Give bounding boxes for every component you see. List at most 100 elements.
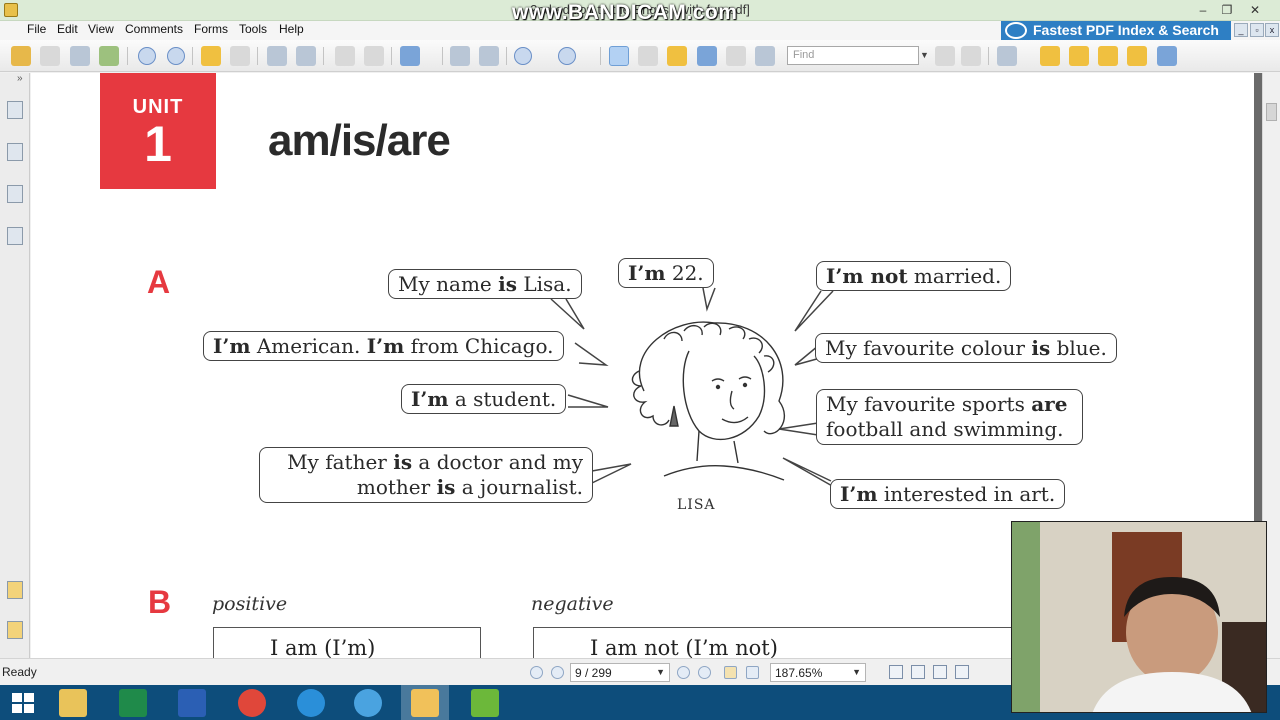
hand-tool-icon[interactable] [609, 46, 629, 66]
status-text: Ready [2, 665, 37, 679]
zoom-tool-icon[interactable] [400, 46, 420, 66]
zoom-in-icon[interactable] [558, 47, 576, 65]
single-page-icon[interactable] [889, 665, 903, 679]
redo-icon[interactable] [364, 46, 384, 66]
next-page-icon[interactable] [167, 47, 185, 65]
file-explorer-icon[interactable] [59, 689, 87, 717]
bubble-sports: My favourite sports are football and swi… [816, 389, 1083, 445]
fit-width-icon[interactable] [450, 46, 470, 66]
note-tool-icon[interactable] [1127, 46, 1147, 66]
open-icon[interactable] [11, 46, 31, 66]
pages-icon[interactable] [7, 143, 23, 161]
positive-table: I am (I’m) [213, 627, 481, 658]
prev-page-icon[interactable] [551, 666, 564, 679]
positive-row: I am (I’m) [270, 636, 376, 658]
arrow-tool-icon[interactable] [1157, 46, 1177, 66]
attachment-clip-icon[interactable] [7, 621, 23, 639]
doc-restore-button[interactable]: ▫ [1250, 23, 1264, 37]
snapshot-icon[interactable] [697, 46, 717, 66]
internet-explorer-icon[interactable] [297, 689, 325, 717]
doc-close-button[interactable]: x [1265, 23, 1279, 37]
toolbar [0, 40, 1280, 72]
expand-panel-icon[interactable]: » [17, 73, 23, 84]
negative-table: I am not (I’m not) [533, 627, 1033, 658]
window-title-bar: 2nd edition to the English with fun.pdf]… [0, 0, 1280, 24]
next-page-status-icon[interactable] [677, 666, 690, 679]
bubble-father: My father is a doctor and my mother is a… [259, 447, 593, 503]
bubble-age: I’m 22. [618, 258, 714, 288]
excel-icon[interactable] [119, 689, 147, 717]
zoom-field[interactable]: 187.65% ▼ [770, 663, 866, 682]
pencil-tool-icon[interactable] [1069, 46, 1089, 66]
highlight-tool-icon[interactable] [1040, 46, 1060, 66]
fit-page-icon[interactable] [479, 46, 499, 66]
extract-pages-icon[interactable] [267, 46, 287, 66]
settings-app-icon[interactable] [354, 689, 382, 717]
facing-icon[interactable] [933, 665, 947, 679]
bubble-married: I’m not married. [816, 261, 1012, 291]
word-icon[interactable] [178, 689, 206, 717]
find-dropdown-icon[interactable]: ▼ [920, 50, 929, 60]
negative-label: negative [531, 593, 614, 615]
image-tool-icon[interactable] [755, 46, 775, 66]
select-tool-icon[interactable] [667, 46, 687, 66]
positive-label: positive [212, 593, 288, 615]
last-page-icon[interactable] [698, 666, 711, 679]
minimize-button[interactable]: – [1194, 2, 1212, 18]
webcam-overlay [1011, 521, 1267, 713]
menu-view[interactable]: View [88, 22, 114, 36]
bookmarks-icon[interactable] [7, 101, 23, 119]
forward-arrow-icon[interactable] [230, 46, 250, 66]
textbox-tool-icon[interactable] [1098, 46, 1118, 66]
utorrent-icon[interactable] [471, 689, 499, 717]
save-icon[interactable] [40, 46, 60, 66]
email-icon[interactable] [99, 46, 119, 66]
bubble-american: I’m American. I’m from Chicago. [203, 331, 564, 361]
attachments-icon[interactable] [7, 185, 23, 203]
text-tool-icon[interactable] [726, 46, 746, 66]
continuous-facing-icon[interactable] [955, 665, 969, 679]
layers-icon[interactable] [7, 227, 23, 245]
zoom-out-icon[interactable] [514, 47, 532, 65]
first-page-icon[interactable] [530, 666, 543, 679]
find-input[interactable]: Find [787, 46, 919, 65]
chrome-icon[interactable] [238, 689, 266, 717]
windows-start-icon[interactable] [12, 693, 34, 713]
section-b-label: B [148, 584, 172, 620]
insert-pages-icon[interactable] [296, 46, 316, 66]
menu-forms[interactable]: Forms [194, 22, 228, 36]
bubble-art: I’m interested in art. [830, 479, 1066, 509]
history-back-icon[interactable] [724, 666, 737, 679]
menu-edit[interactable]: Edit [57, 22, 78, 36]
print-icon[interactable] [70, 46, 90, 66]
scrollbar-thumb[interactable] [1266, 103, 1277, 121]
continuous-icon[interactable] [911, 665, 925, 679]
bubble-name: My name is Lisa. [388, 269, 582, 299]
comment-tool-icon[interactable] [997, 46, 1017, 66]
bubble-colour: My favourite colour is blue. [815, 333, 1117, 363]
pdf-editor-icon [411, 689, 439, 717]
navigation-panel: » [0, 73, 30, 658]
webcam-feed [1012, 522, 1266, 712]
select-text-icon[interactable] [638, 46, 658, 66]
ad-banner-text: Fastest PDF Index & Search [1033, 22, 1219, 38]
menu-comments[interactable]: Comments [125, 22, 183, 36]
menu-file[interactable]: File [27, 22, 46, 36]
negative-row: I am not (I’m not) [590, 636, 778, 658]
close-button[interactable]: ✕ [1246, 2, 1264, 18]
bubble-student: I’m a student. [401, 384, 567, 414]
doc-minimize-button[interactable]: _ [1234, 23, 1248, 37]
maximize-button[interactable]: ❐ [1218, 2, 1236, 18]
find-next-icon[interactable] [961, 46, 981, 66]
page-number-field[interactable]: 9 / 299 ▼ [570, 663, 670, 682]
undo-icon[interactable] [335, 46, 355, 66]
menu-help[interactable]: Help [279, 22, 304, 36]
back-arrow-icon[interactable] [201, 46, 221, 66]
history-forward-icon[interactable] [746, 666, 759, 679]
previous-page-icon[interactable] [138, 47, 156, 65]
lisa-caption: LISA [677, 497, 716, 513]
find-previous-icon[interactable] [935, 46, 955, 66]
menu-tools[interactable]: Tools [239, 22, 267, 36]
search-ad-banner[interactable]: Fastest PDF Index & Search [1001, 21, 1231, 40]
comments-panel-icon[interactable] [7, 581, 23, 599]
